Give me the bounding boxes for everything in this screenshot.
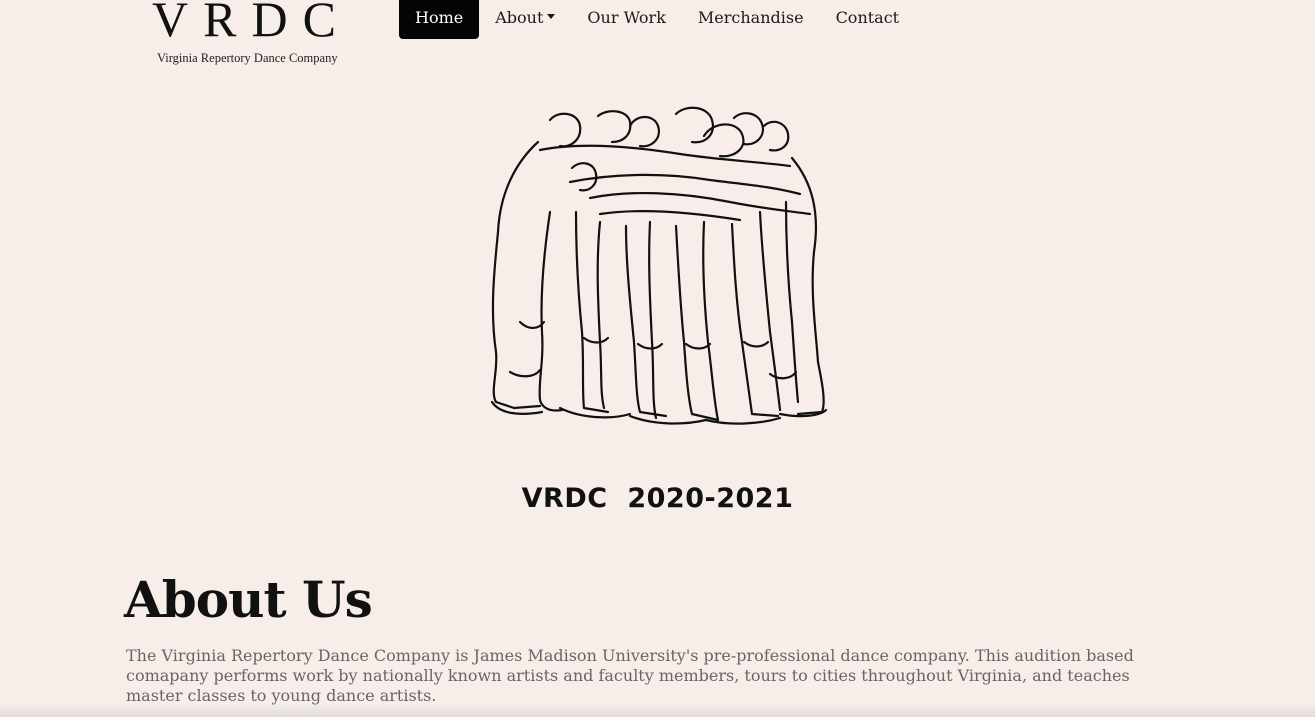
nav-about-label: About [495, 8, 544, 27]
site-logo[interactable]: VRDC Virginia Repertory Dance Company [148, 0, 353, 68]
logo-subtitle: Virginia Repertory Dance Company [157, 51, 338, 65]
chevron-down-icon [547, 14, 556, 19]
nav-home[interactable]: Home [399, 0, 480, 39]
dancers-huddle-illustration [490, 106, 828, 425]
nav-about-dropdown[interactable]: About [479, 0, 571, 39]
nav-contact[interactable]: Contact [820, 0, 916, 39]
main-nav: Home About Our Work Merchandise Contact [399, 0, 915, 39]
hero-caption: VRDC 2020-2021 [521, 483, 794, 514]
nav-our-work[interactable]: Our Work [571, 0, 682, 39]
about-heading: About Us [124, 570, 373, 629]
nav-merchandise[interactable]: Merchandise [682, 0, 820, 39]
logo-mark: VRDC [152, 0, 351, 47]
about-paragraph: The Virginia Repertory Dance Company is … [126, 646, 1134, 705]
